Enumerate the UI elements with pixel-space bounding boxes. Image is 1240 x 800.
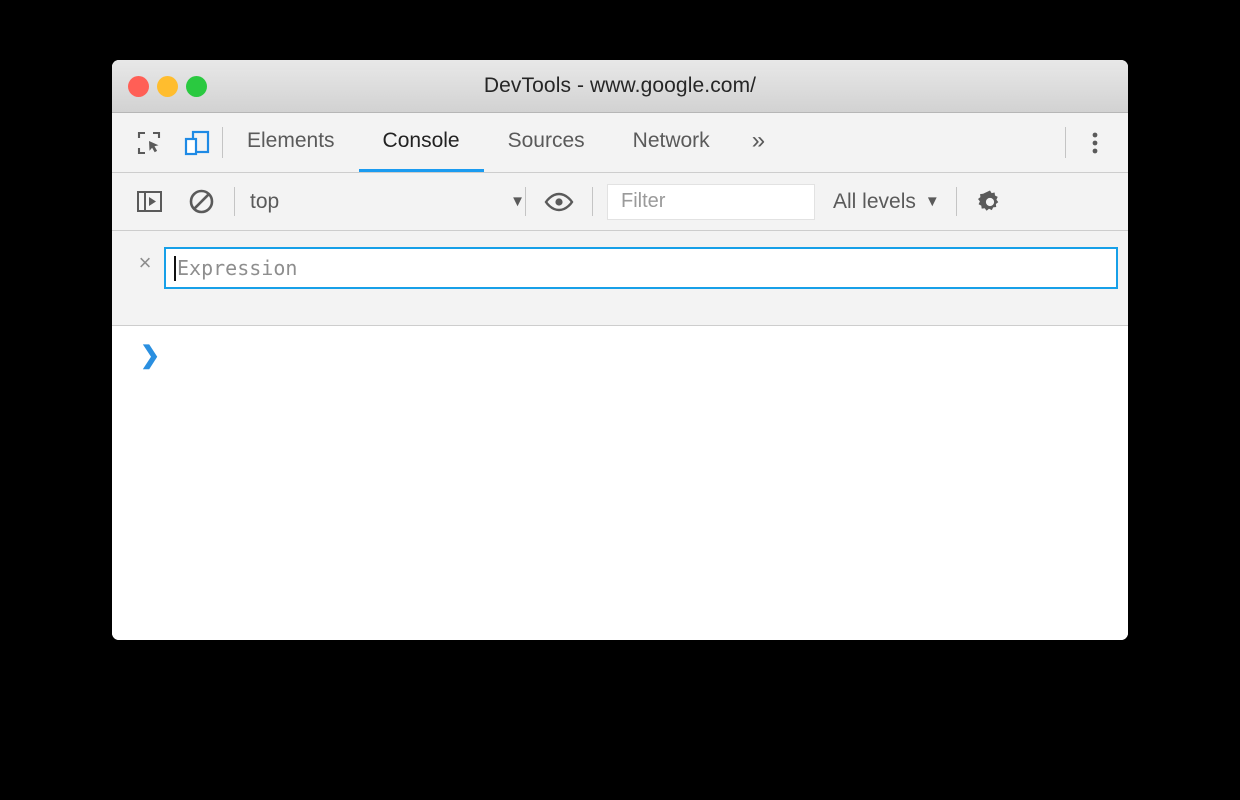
execution-context-value: top bbox=[250, 189, 280, 213]
tab-sources[interactable]: Sources bbox=[484, 113, 609, 172]
console-toolbar-divider-2 bbox=[525, 187, 526, 216]
tabbar-right-controls bbox=[1065, 113, 1128, 172]
clear-console-icon[interactable] bbox=[184, 185, 218, 219]
tabbar-right-divider bbox=[1065, 127, 1066, 158]
window-titlebar: DevTools - www.google.com/ bbox=[112, 60, 1128, 113]
tabbar-tool-icons bbox=[112, 113, 222, 172]
vertical-dots-icon[interactable] bbox=[1080, 128, 1110, 158]
console-output-area[interactable]: ❯ bbox=[112, 326, 1128, 640]
log-levels-selector[interactable]: All levels ▼ bbox=[815, 190, 956, 214]
devtools-tabbar: Elements Console Sources Network » bbox=[112, 113, 1128, 173]
text-cursor bbox=[174, 255, 176, 281]
device-toolbar-icon[interactable] bbox=[182, 128, 212, 158]
console-toolbar: top ▼ Filter All levels ▼ bbox=[112, 173, 1128, 231]
execution-context-selector[interactable]: top ▼ bbox=[235, 190, 525, 214]
eye-icon[interactable] bbox=[542, 185, 576, 219]
chevron-down-icon: ▼ bbox=[924, 193, 940, 210]
live-expression-input[interactable]: Expression bbox=[164, 247, 1118, 289]
filter-input[interactable]: Filter bbox=[607, 183, 815, 220]
window-minimize-button[interactable] bbox=[157, 75, 178, 97]
devtools-window: DevTools - www.google.com/ Elements Cons… bbox=[112, 60, 1128, 640]
log-levels-value: All levels bbox=[833, 189, 916, 213]
tab-console[interactable]: Console bbox=[358, 113, 484, 172]
console-prompt-chevron-icon[interactable]: ❯ bbox=[140, 344, 1128, 368]
tab-network[interactable]: Network bbox=[609, 113, 734, 172]
console-toolbar-divider-4 bbox=[955, 187, 957, 216]
console-sidebar-toggle-icon[interactable] bbox=[132, 185, 166, 219]
window-title: DevTools - www.google.com/ bbox=[483, 74, 757, 97]
console-toolbar-divider-3 bbox=[592, 187, 593, 216]
filter-placeholder: Filter bbox=[621, 190, 666, 212]
live-expression-pane: × Expression bbox=[112, 231, 1128, 326]
remove-live-expression-button[interactable]: × bbox=[132, 247, 158, 279]
inspect-element-icon[interactable] bbox=[134, 128, 164, 158]
live-expression-placeholder: Expression bbox=[177, 256, 298, 280]
gear-icon[interactable] bbox=[973, 185, 1007, 219]
chevron-down-icon: ▼ bbox=[510, 193, 525, 210]
traffic-lights bbox=[112, 75, 207, 97]
window-maximize-button[interactable] bbox=[186, 75, 207, 97]
panel-tabs: Elements Console Sources Network » bbox=[223, 113, 1065, 172]
more-tabs-chevron-icon[interactable]: » bbox=[734, 113, 783, 172]
window-close-button[interactable] bbox=[128, 75, 149, 97]
tab-elements[interactable]: Elements bbox=[223, 113, 359, 172]
